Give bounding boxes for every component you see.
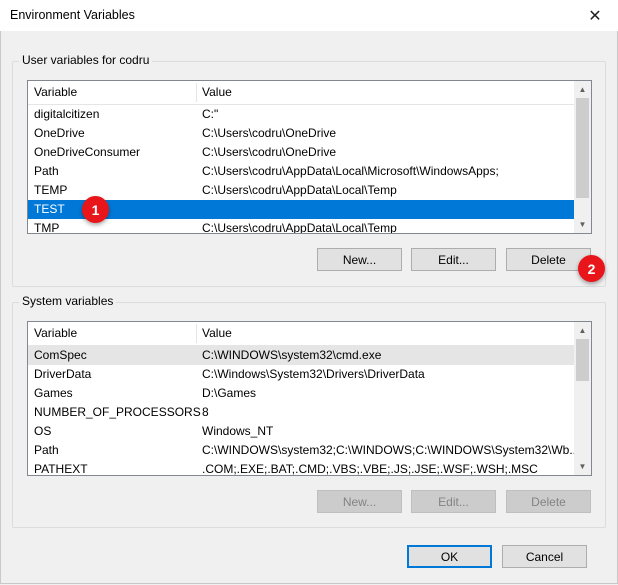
system-edit-button[interactable]: Edit... [411,490,496,513]
list-item[interactable]: Path C:\WINDOWS\system32;C:\WINDOWS;C:\W… [28,441,591,460]
column-header-value[interactable]: Value [202,85,232,99]
scroll-up-icon[interactable]: ▲ [574,81,591,98]
variable-name: NUMBER_OF_PROCESSORS [34,405,201,419]
variable-value: C:\WINDOWS\system32\cmd.exe [202,348,382,362]
variable-name: ComSpec [34,348,87,362]
list-item[interactable]: TEMP C:\Users\codru\AppData\Local\Temp [28,181,591,200]
variable-value: C:\Users\codru\AppData\Local\Microsoft\W… [202,164,499,178]
variable-value: C:\Windows\System32\Drivers\DriverData [202,367,425,381]
list-item[interactable]: ComSpec C:\WINDOWS\system32\cmd.exe [28,346,574,365]
scrollbar-thumb[interactable] [576,98,589,198]
close-icon[interactable]: ✕ [572,0,618,31]
ok-button[interactable]: OK [407,545,492,568]
list-item[interactable]: DriverData C:\Windows\System32\Drivers\D… [28,365,591,384]
list-item-selected[interactable]: TEST [28,200,574,219]
annotation-badge-1: 1 [82,196,109,223]
variable-value: C:\Users\codru\AppData\Local\Temp [202,221,397,234]
variable-name: DriverData [34,367,92,381]
variable-value: C:\Users\codru\OneDrive [202,145,337,159]
list-header: Variable Value [28,322,591,346]
variable-name: Games [34,386,73,400]
user-new-button[interactable]: New... [317,248,402,271]
list-item[interactable]: PATHEXT .COM;.EXE;.BAT;.CMD;.VBS;.VBE;.J… [28,460,591,476]
user-variables-legend: User variables for codru [19,53,153,67]
list-item[interactable]: Games D:\Games [28,384,591,403]
variable-value: C:\WINDOWS\system32;C:\WINDOWS;C:\WINDOW… [202,443,580,457]
annotation-badge-2: 2 [578,255,605,282]
column-header-value[interactable]: Value [202,326,232,340]
list-item[interactable]: NUMBER_OF_PROCESSORS 8 [28,403,591,422]
variable-value: C:" [202,107,219,121]
variable-name: TEST [34,202,65,216]
title-bar: Environment Variables ✕ [0,0,618,31]
variable-name: TMP [34,221,60,234]
cancel-button[interactable]: Cancel [502,545,587,568]
variable-name: OneDrive [34,126,85,140]
variable-name: OneDriveConsumer [34,145,141,159]
list-item[interactable]: digitalcitizen C:" [28,105,591,124]
column-header-variable[interactable]: Variable [34,85,77,99]
list-item[interactable]: Path C:\Users\codru\AppData\Local\Micros… [28,162,591,181]
system-variables-legend: System variables [19,294,117,308]
variable-value: C:\Users\codru\AppData\Local\Temp [202,183,397,197]
list-item[interactable]: TMP C:\Users\codru\AppData\Local\Temp [28,219,591,234]
variable-name: digitalcitizen [34,107,100,121]
system-new-button[interactable]: New... [317,490,402,513]
variable-name: OS [34,424,52,438]
scroll-up-icon[interactable]: ▲ [574,322,591,339]
variable-name: Path [34,164,59,178]
list-item[interactable]: OneDriveConsumer C:\Users\codru\OneDrive [28,143,591,162]
variable-name: Path [34,443,59,457]
list-item[interactable]: OS Windows_NT [28,422,591,441]
variable-value: 8 [202,405,209,419]
variable-value: Windows_NT [202,424,274,438]
list-header: Variable Value [28,81,591,105]
column-header-variable[interactable]: Variable [34,326,77,340]
column-divider[interactable] [196,324,197,343]
variable-value: D:\Games [202,386,257,400]
vertical-scrollbar[interactable]: ▲ ▼ [574,322,591,475]
list-item[interactable]: OneDrive C:\Users\codru\OneDrive [28,124,591,143]
variable-name: TEMP [34,183,68,197]
system-delete-button[interactable]: Delete [506,490,591,513]
scroll-down-icon[interactable]: ▼ [574,458,591,475]
system-variables-list[interactable]: Variable Value ComSpec C:\WINDOWS\system… [27,321,592,476]
variable-value: C:\Users\codru\OneDrive [202,126,337,140]
user-edit-button[interactable]: Edit... [411,248,496,271]
column-divider[interactable] [196,83,197,102]
vertical-scrollbar[interactable]: ▲ ▼ [574,81,591,233]
variable-name: PATHEXT [34,462,88,476]
variable-value: .COM;.EXE;.BAT;.CMD;.VBS;.VBE;.JS;.JSE;.… [202,462,538,476]
scrollbar-thumb[interactable] [576,339,589,381]
window-title: Environment Variables [10,8,135,22]
scroll-down-icon[interactable]: ▼ [574,216,591,233]
user-variables-list[interactable]: Variable Value digitalcitizen C:" OneDri… [27,80,592,234]
